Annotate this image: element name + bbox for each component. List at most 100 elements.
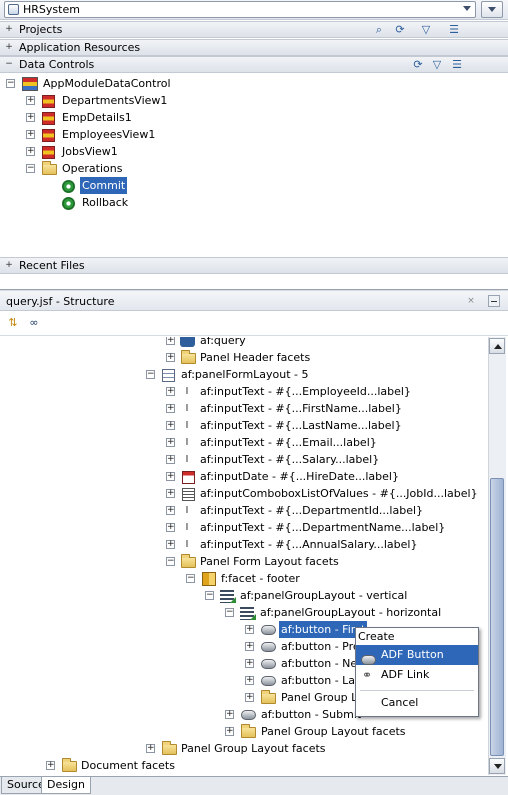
tree-label: af:inputText - #{...LastName...label} (200, 419, 402, 432)
collapse-icon[interactable]: − (225, 608, 234, 617)
data-control-icon (22, 77, 38, 91)
tree-label: Panel Header facets (200, 351, 311, 364)
expand-icon[interactable]: + (225, 710, 234, 719)
expand-icon[interactable]: + (166, 506, 175, 515)
input-text-icon: Ⅰ (185, 522, 189, 533)
expand-icon[interactable]: + (166, 523, 175, 532)
chevron-down-icon (463, 6, 471, 11)
context-menu: Create ADF Button ⚭ ADF Link Cancel (355, 627, 479, 717)
search-icon[interactable]: ⌕ (372, 23, 386, 37)
list-of-values-icon (182, 487, 195, 501)
binoculars-icon[interactable]: ∞ (27, 316, 41, 330)
collapse-icon[interactable]: − (146, 370, 155, 379)
tree-label: af:button - Submit (261, 708, 362, 721)
expand-icon[interactable]: + (26, 96, 35, 105)
sort-icon[interactable]: ☰ (450, 58, 464, 72)
menu-item-label: ADF Link (381, 668, 430, 681)
scroll-thumb[interactable] (490, 478, 504, 756)
application-name: HRSystem (23, 3, 80, 16)
expand-icon[interactable]: + (166, 421, 175, 430)
close-icon[interactable]: × (466, 296, 476, 306)
sort-icon[interactable]: ☰ (447, 23, 461, 37)
input-text-icon: Ⅰ (185, 539, 189, 550)
collapse-icon[interactable]: − (205, 591, 214, 600)
collapse-icon[interactable]: − (6, 79, 15, 88)
expand-icon[interactable]: + (245, 625, 254, 634)
tab-design[interactable]: Design (41, 777, 91, 794)
filter-icon[interactable]: ▽ (430, 58, 444, 72)
expand-icon[interactable]: + (166, 337, 175, 345)
expand-icon[interactable]: + (166, 472, 175, 481)
application-icon (8, 4, 19, 15)
tree-label: af:inputText - #{...EmployeeId...label} (200, 385, 411, 398)
operation-icon (62, 196, 75, 210)
expand-icon[interactable]: + (26, 130, 35, 139)
sync-icon[interactable]: ⇅ (6, 316, 20, 330)
button-icon (361, 655, 376, 665)
expand-icon[interactable]: + (166, 387, 175, 396)
expand-icon[interactable]: + (166, 404, 175, 413)
tree-label: af:inputText - #{...Salary...label} (200, 453, 380, 466)
tree-label: af:inputText - #{...DepartmentName...lab… (200, 521, 446, 534)
tree-label: DepartmentsView1 (62, 94, 168, 107)
menu-item-adf-button[interactable]: ADF Button (356, 645, 478, 665)
view-object-icon (42, 128, 55, 142)
facet-icon (202, 572, 216, 586)
expand-icon[interactable]: + (5, 261, 13, 270)
input-text-icon: Ⅰ (185, 386, 189, 397)
folder-icon (62, 757, 77, 772)
menu-item-cancel[interactable]: Cancel (356, 693, 478, 713)
collapse-icon[interactable]: − (5, 60, 13, 69)
panel-group-layout-icon (240, 606, 256, 620)
input-text-icon: Ⅰ (185, 403, 189, 414)
expand-icon[interactable]: + (46, 761, 55, 770)
refresh-icon[interactable]: ⟳ (411, 58, 425, 72)
tree-label: Document facets (81, 759, 175, 772)
form-layout-icon (162, 368, 175, 382)
expand-icon[interactable]: + (245, 693, 254, 702)
projects-section-header[interactable]: + Projects ⌕ ⟳ ▽ ☰ (0, 21, 508, 38)
query-icon (180, 337, 195, 347)
expand-icon[interactable]: + (5, 25, 13, 34)
expand-icon[interactable]: + (245, 676, 254, 685)
minimize-button[interactable] (488, 295, 500, 307)
menu-item-adf-link[interactable]: ⚭ ADF Link (356, 665, 478, 685)
collapse-icon[interactable]: − (26, 164, 35, 173)
folder-icon (181, 349, 196, 364)
expand-icon[interactable]: + (245, 642, 254, 651)
expand-icon[interactable]: + (26, 113, 35, 122)
folder-icon (42, 160, 57, 175)
expand-icon[interactable]: + (245, 659, 254, 668)
expand-icon[interactable]: + (166, 489, 175, 498)
expand-icon[interactable]: + (26, 147, 35, 156)
application-resources-section-header[interactable]: + Application Resources (0, 39, 508, 56)
tree-label: af:inputDate - #{...HireDate...label} (200, 470, 399, 483)
expand-icon[interactable]: + (166, 353, 175, 362)
tree-label: af:button - Nex (281, 657, 364, 670)
tree-label: af:inputComboboxListOfValues - #{...JobI… (200, 487, 478, 500)
expand-icon[interactable]: + (166, 438, 175, 447)
expand-icon[interactable]: + (5, 43, 13, 52)
data-controls-section-header[interactable]: − Data Controls ⟳ ▽ ☰ (0, 56, 508, 73)
tree-label: af:query (200, 337, 246, 347)
link-icon: ⚭ (362, 668, 373, 682)
recent-files-label: Recent Files (19, 259, 85, 272)
application-selector[interactable]: HRSystem (4, 1, 476, 18)
scroll-down-button[interactable] (489, 758, 505, 774)
view-object-icon (42, 94, 55, 108)
expand-icon[interactable]: + (166, 540, 175, 549)
expand-icon[interactable]: + (146, 744, 155, 753)
filter-icon[interactable]: ▽ (419, 23, 433, 37)
tree-label: Rollback (82, 196, 129, 209)
recent-files-section-header[interactable]: + Recent Files (0, 257, 508, 274)
scroll-up-button[interactable] (489, 338, 505, 354)
expand-icon[interactable]: + (225, 727, 234, 736)
button-icon (261, 642, 276, 652)
menu-item-label: Cancel (381, 696, 419, 709)
refresh-icon[interactable]: ⟳ (393, 23, 407, 37)
expand-icon[interactable]: + (166, 455, 175, 464)
tree-label: Operations (62, 162, 123, 175)
collapse-icon[interactable]: − (166, 557, 175, 566)
application-menu-button[interactable] (481, 1, 503, 18)
collapse-icon[interactable]: − (186, 574, 195, 583)
